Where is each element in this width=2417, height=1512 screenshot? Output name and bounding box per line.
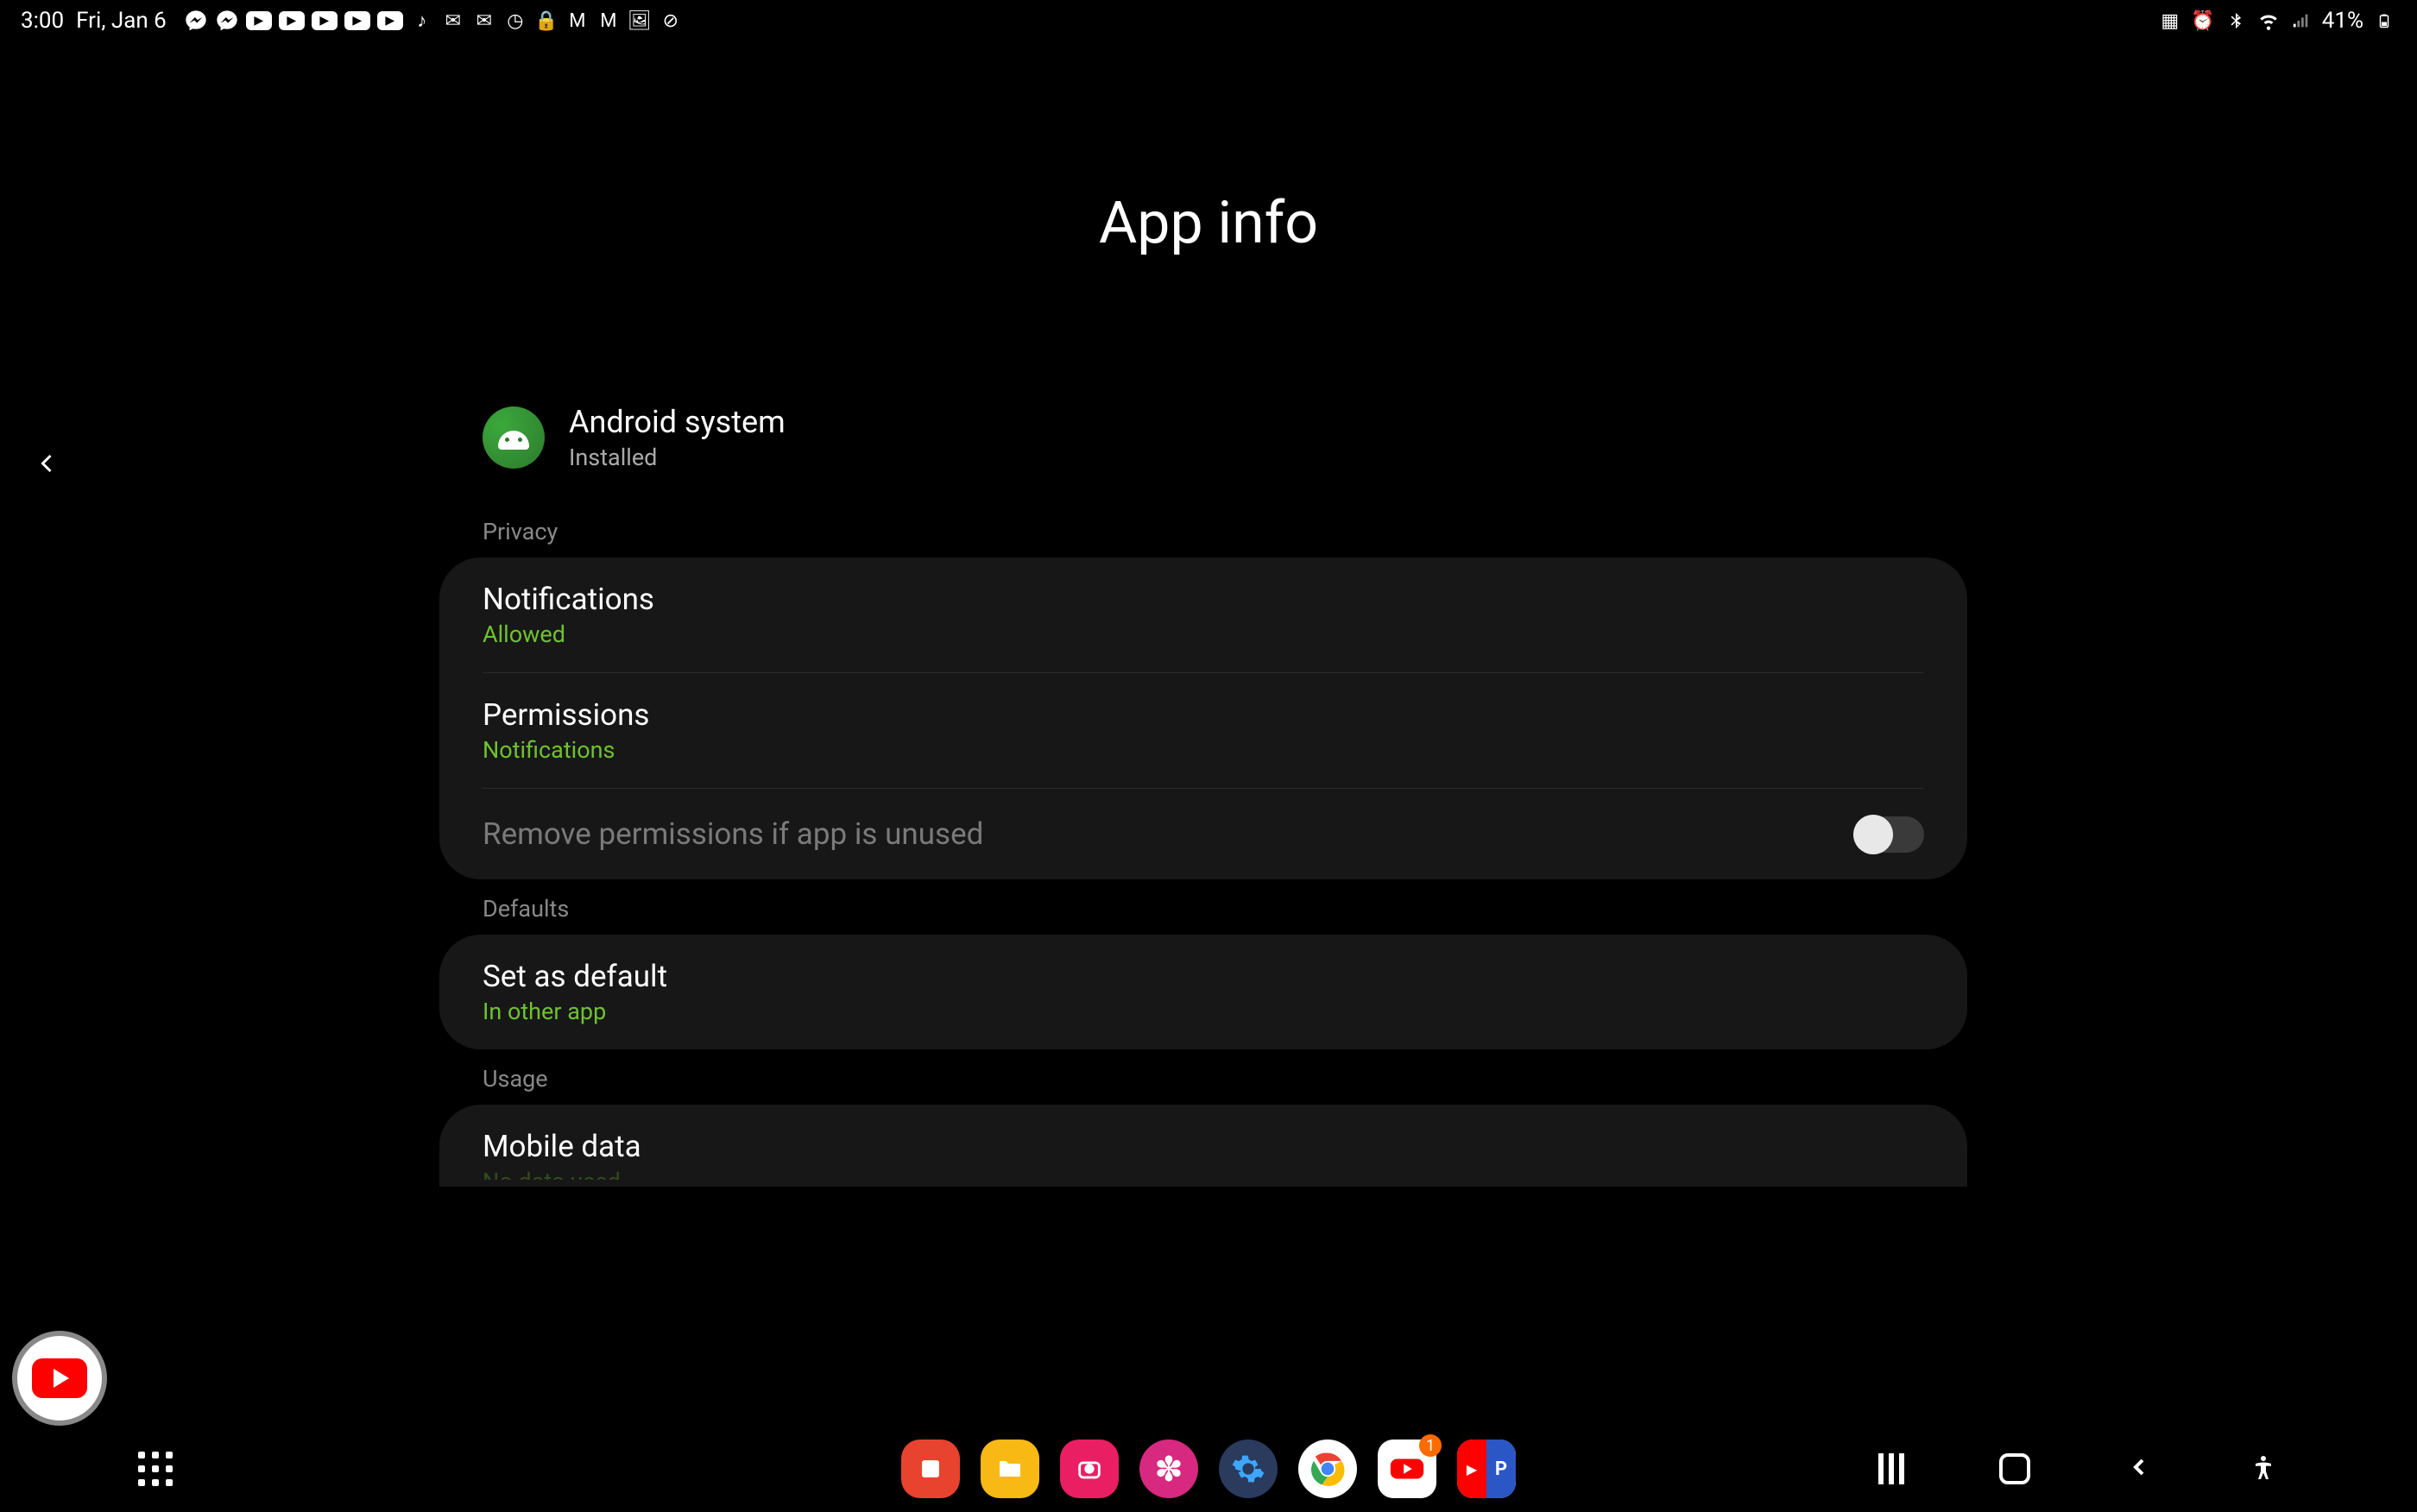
youtube-icon: ▶ — [312, 11, 338, 30]
mail-icon: ✉ — [472, 9, 496, 33]
dock-youtube-icon[interactable]: 1 — [1378, 1440, 1436, 1498]
section-label-usage: Usage — [439, 1049, 1967, 1105]
bluetooth-icon — [2224, 9, 2248, 33]
row-title: Mobile data — [483, 1129, 1924, 1164]
android-app-icon — [483, 406, 545, 469]
youtube-icon: ▶ — [377, 11, 403, 30]
row-subtitle: In other app — [483, 998, 1924, 1025]
notification-badge: 1 — [1419, 1434, 1442, 1457]
dock-files-icon[interactable] — [981, 1440, 1039, 1498]
page-title: App info — [0, 188, 2417, 257]
section-label-privacy: Privacy — [439, 502, 1967, 558]
wifi-icon — [2256, 9, 2281, 33]
messenger-icon — [184, 9, 208, 33]
defaults-card: Set as default In other app — [439, 935, 1967, 1049]
nav-recents-button[interactable] — [1878, 1453, 1904, 1484]
notification-icons: ▶ ▶ ▶ ▶ ▶ ♪ ✉ ✉ ◷ 🔒 M M 🖼 ⊘ — [184, 9, 683, 33]
status-date: Fri, Jan 6 — [76, 8, 167, 34]
row-title: Notifications — [483, 582, 1924, 617]
row-subtitle: Allowed — [483, 621, 1924, 648]
youtube-icon: ▶ — [246, 11, 272, 30]
apps-drawer-button[interactable] — [138, 1452, 173, 1486]
lock-icon: 🔒 — [534, 9, 558, 33]
back-button[interactable] — [31, 440, 62, 489]
section-label-defaults: Defaults — [439, 879, 1967, 935]
mail-icon: ✉ — [441, 9, 465, 33]
app-install-status: Installed — [569, 444, 786, 471]
dock-flower-icon[interactable]: ✽ — [1139, 1440, 1198, 1498]
dock-camera-icon[interactable] — [1060, 1440, 1119, 1498]
remove-permissions-toggle[interactable] — [1855, 816, 1924, 853]
m-icon: M — [565, 9, 590, 33]
status-time: 3:00 — [21, 8, 64, 34]
youtube-icon: ▶ — [279, 11, 305, 30]
nav-back-button[interactable] — [2125, 1449, 2153, 1490]
vibrate-icon: ▦ — [2158, 9, 2182, 33]
youtube-icon: ▶ — [344, 11, 370, 30]
dock-settings-icon[interactable] — [1219, 1440, 1278, 1498]
dock: ✽ 1 ▶ P — [901, 1440, 1516, 1498]
row-title: Permissions — [483, 697, 1924, 733]
row-subtitle: Notifications — [483, 736, 1924, 764]
dnd-icon: ⊘ — [659, 9, 683, 33]
status-right: ▦ ⏰ 41% — [2158, 8, 2396, 34]
messenger-icon-2 — [215, 9, 239, 33]
row-subtitle: No data used — [483, 1168, 1924, 1180]
set-default-row[interactable]: Set as default In other app — [439, 935, 1967, 1049]
nav-home-button[interactable] — [1999, 1453, 2030, 1484]
dock-app-1[interactable] — [901, 1440, 960, 1498]
navigation-bar: ✽ 1 ▶ P — [0, 1426, 2417, 1512]
status-left: 3:00 Fri, Jan 6 ▶ ▶ ▶ ▶ ▶ ♪ ✉ ✉ ◷ 🔒 M M … — [21, 8, 683, 34]
dock-chrome-icon[interactable] — [1298, 1440, 1357, 1498]
dock-youtube-pandora-icon[interactable]: ▶ P — [1457, 1440, 1516, 1498]
status-bar: 3:00 Fri, Jan 6 ▶ ▶ ▶ ▶ ▶ ♪ ✉ ✉ ◷ 🔒 M M … — [0, 0, 2417, 41]
alarm-icon: ⏰ — [2191, 9, 2215, 33]
mobile-data-row[interactable]: Mobile data No data used — [439, 1105, 1967, 1187]
toggle-knob — [1853, 815, 1893, 854]
remove-permissions-row[interactable]: Remove permissions if app is unused — [439, 789, 1967, 879]
usage-card: Mobile data No data used — [439, 1105, 1967, 1187]
signal-icon — [2289, 9, 2313, 33]
permissions-row[interactable]: Permissions Notifications — [439, 673, 1967, 788]
battery-percent: 41% — [2322, 8, 2363, 34]
sync-icon: ◷ — [503, 9, 527, 33]
row-title: Remove permissions if app is unused — [483, 816, 1924, 852]
battery-icon — [2372, 9, 2396, 33]
privacy-card: Notifications Allowed Permissions Notifi… — [439, 558, 1967, 879]
youtube-play-icon — [32, 1358, 87, 1398]
notifications-row[interactable]: Notifications Allowed — [439, 558, 1967, 672]
youtube-floating-bubble[interactable] — [12, 1331, 107, 1426]
app-header: Android system Installed — [439, 404, 1967, 502]
tiktok-icon: ♪ — [410, 9, 434, 33]
app-name: Android system — [569, 404, 786, 440]
image-icon: 🖼 — [628, 9, 652, 33]
content-area: Android system Installed Privacy Notific… — [439, 404, 1967, 1187]
m-icon: M — [596, 9, 621, 33]
row-title: Set as default — [483, 959, 1924, 994]
accessibility-button[interactable] — [2248, 1453, 2279, 1484]
